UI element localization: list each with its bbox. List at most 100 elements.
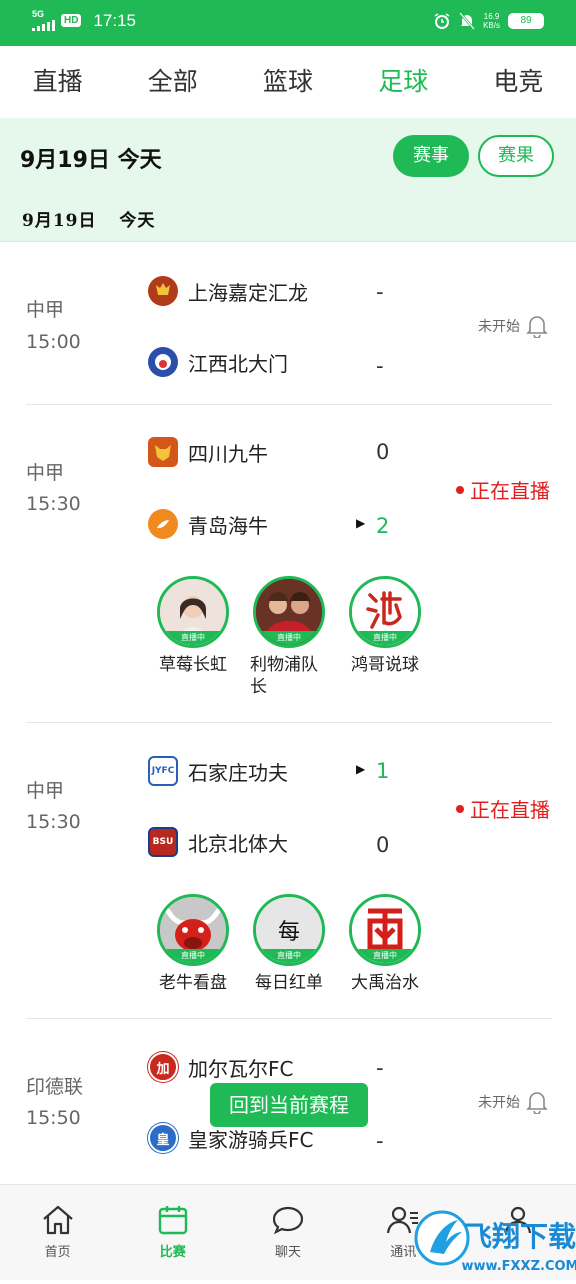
anchor-avatar[interactable]: 直播中 [253, 576, 325, 648]
home-team-name: 上海嘉定汇龙 [188, 280, 308, 305]
nav-home[interactable]: 首页 [0, 1185, 115, 1280]
anchor-name: 老牛看盘 [159, 973, 227, 993]
nav-label: 比赛 [159, 1245, 186, 1260]
nav-label: 聊天 [275, 1245, 302, 1260]
anchor-avatar[interactable]: 每 直播中 [253, 894, 325, 966]
team-logo-icon: 皇 [148, 1123, 178, 1153]
alarm-icon [434, 13, 450, 29]
calendar-icon [158, 1206, 187, 1235]
watermark-text: 飞翔下载 [464, 1220, 576, 1253]
watermark-logo: 飞翔下载 www.FXXZ.COM [408, 1196, 576, 1280]
live-dot-icon [456, 804, 464, 813]
anchor-avatar[interactable]: 直播中 [349, 894, 421, 966]
team-logo-icon [148, 509, 178, 539]
live-tag: 直播中 [160, 949, 226, 963]
away-team-name: 江西北大门 [188, 351, 288, 376]
match-time: 15:50 [26, 1107, 81, 1129]
anchor-name: 鸿哥说球 [351, 655, 419, 675]
home-team: 上海嘉定汇龙 [148, 274, 308, 308]
status-text: 未开始 [478, 319, 520, 335]
match-status[interactable]: 正在直播 [456, 475, 550, 504]
anchor-card[interactable]: 直播中 鸿哥说球 [340, 576, 430, 676]
away-team-name: 北京北体大 [188, 831, 288, 856]
sub-date: 9月19日 [22, 211, 97, 231]
anchor-card[interactable]: 直播中 大禹治水 [340, 894, 430, 994]
team-logo-icon [148, 347, 178, 377]
events-button[interactable]: 赛事 [393, 135, 469, 177]
watermark-url: www.FXXZ.COM [462, 1259, 576, 1274]
away-score: 2 [376, 514, 390, 538]
team-logo-icon: JYFC [148, 756, 178, 786]
match-status[interactable]: 未开始 [478, 1090, 548, 1114]
anchor-avatar[interactable]: 直播中 [349, 576, 421, 648]
anchor-card[interactable]: 每 直播中 每日红单 [244, 894, 334, 994]
mute-icon [459, 12, 476, 30]
team-logo-icon: 加 [148, 1052, 178, 1082]
anchor-name: 利物浦队长 [250, 655, 318, 697]
tab-all[interactable]: 全部 [115, 46, 230, 118]
bell-icon[interactable] [526, 1090, 548, 1114]
anchor-card[interactable]: 直播中 老牛看盘 [148, 894, 238, 994]
match-time: 15:30 [26, 493, 81, 515]
divider [26, 722, 552, 723]
away-team: BSU 北京北体大 [148, 825, 288, 859]
team-logo-icon [148, 276, 178, 306]
network-speed: 16.9 KB/s [483, 12, 500, 30]
clock: 17:15 [93, 10, 136, 30]
status-text: 正在直播 [470, 479, 550, 503]
match-league: 印德联 [26, 1076, 84, 1098]
results-button[interactable]: 赛果 [478, 135, 554, 177]
live-tag: 直播中 [256, 631, 322, 645]
network-type: 5G [32, 9, 45, 19]
back-to-current-button[interactable]: 回到当前赛程 [210, 1083, 368, 1127]
nav-chat[interactable]: 聊天 [230, 1185, 345, 1280]
match-time: 15:30 [26, 811, 81, 833]
away-team: 青岛海牛 [148, 507, 268, 541]
home-team: 加 加尔瓦尔FC [148, 1050, 293, 1084]
sub-today: 今天 [119, 211, 156, 231]
away-score: - [376, 354, 384, 378]
battery-icon: 89 [508, 13, 544, 29]
signal-icon: 5G [32, 10, 55, 31]
match-league: 中甲 [26, 299, 65, 321]
away-team: 江西北大门 [148, 345, 288, 379]
anchor-card[interactable]: 直播中 利物浦队长 [244, 576, 334, 698]
bell-icon[interactable] [526, 314, 548, 338]
live-dot-icon [456, 485, 464, 494]
home-team-name: 四川九牛 [188, 441, 268, 466]
match-status[interactable]: 未开始 [478, 314, 548, 338]
anchor-name: 每日红单 [255, 973, 323, 993]
anchor-name: 草莓长虹 [159, 655, 227, 675]
nav-label: 首页 [44, 1245, 71, 1260]
divider [26, 1018, 552, 1019]
status-text: 正在直播 [470, 798, 550, 822]
tab-basketball[interactable]: 篮球 [230, 46, 345, 118]
match-status[interactable]: 正在直播 [456, 794, 550, 823]
live-tag: 直播中 [352, 631, 418, 645]
home-team: 四川九牛 [148, 435, 268, 469]
home-score: - [376, 1056, 384, 1080]
match-league: 中甲 [26, 462, 65, 484]
away-team-name: 青岛海牛 [188, 513, 268, 538]
date-title: 9月19日 今天 [20, 148, 162, 173]
anchor-avatar[interactable]: 直播中 [157, 894, 229, 966]
tab-live[interactable]: 直播 [0, 46, 115, 118]
possession-arrow-icon: ▶ [356, 516, 366, 530]
anchor-name: 大禹治水 [351, 973, 419, 993]
status-text: 未开始 [478, 1095, 520, 1111]
anchor-avatar[interactable]: 直播中 [157, 576, 229, 648]
home-score: 0 [376, 440, 390, 464]
team-logo-icon [148, 437, 178, 467]
tab-esports[interactable]: 电竞 [461, 46, 576, 118]
anchor-card[interactable]: 直播中 草莓长虹 [148, 576, 238, 676]
divider [26, 404, 552, 405]
tab-football[interactable]: 足球 [346, 46, 461, 118]
date-subheader: 9月19日 今天 [22, 206, 155, 231]
team-logo-icon: BSU [148, 827, 178, 857]
home-icon [42, 1205, 73, 1235]
chat-icon [272, 1206, 304, 1235]
nav-matches[interactable]: 比赛 [115, 1185, 230, 1280]
home-score: 1 [376, 759, 390, 783]
home-score: - [376, 280, 384, 304]
match-league: 中甲 [26, 780, 65, 802]
